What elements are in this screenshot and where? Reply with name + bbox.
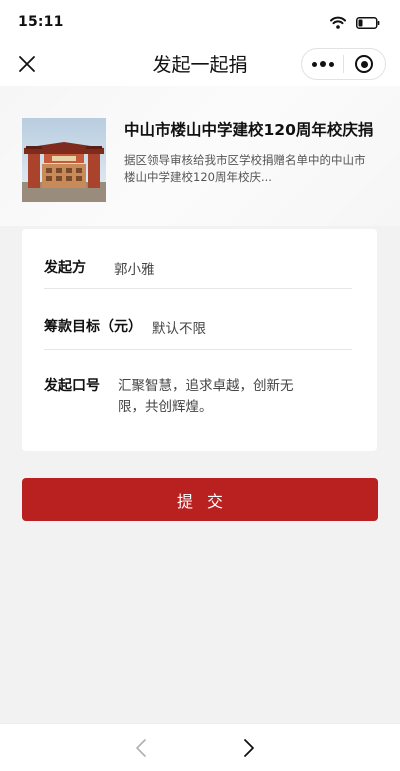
project-description: 据区领导审核给我市区学校捐赠名单中的中山市楼山中学建校120周年校庆...	[124, 153, 366, 184]
goal-label: 筹款目标（元）	[44, 319, 142, 335]
goal-row[interactable]: 筹款目标（元） 默认不限	[44, 316, 352, 350]
form-card: 发起方 郭小雅 筹款目标（元） 默认不限 发起口号 汇聚智慧，追求卓越，创新无限…	[22, 229, 377, 451]
back-arrow-icon[interactable]	[134, 738, 150, 758]
miniprogram-capsule	[301, 48, 386, 80]
slogan-label: 发起口号	[44, 378, 100, 394]
initiator-value[interactable]: 郭小雅	[114, 258, 155, 278]
nav-bar: 发起一起捐	[0, 42, 400, 86]
slogan-value[interactable]: 汇聚智慧，追求卓越，创新无限，共创辉煌。	[118, 376, 318, 418]
wifi-icon	[330, 14, 346, 33]
goal-value[interactable]: 默认不限	[152, 317, 206, 337]
battery-icon	[356, 14, 380, 33]
status-icons	[330, 14, 380, 33]
forward-arrow-icon[interactable]	[240, 738, 256, 758]
more-dots-icon[interactable]	[302, 49, 343, 79]
initiator-row[interactable]: 发起方 郭小雅	[44, 257, 352, 289]
submit-button[interactable]: 提交	[22, 478, 378, 521]
project-title: 中山市楼山中学建校120周年校庆捐	[124, 121, 374, 139]
miniprogram-exit-icon[interactable]	[344, 49, 385, 79]
status-bar: 15:11	[0, 0, 400, 42]
project-thumbnail	[22, 118, 106, 202]
bottom-nav-bar	[0, 723, 400, 771]
slogan-row[interactable]: 发起口号 汇聚智慧，追求卓越，创新无限，共创辉煌。	[44, 375, 352, 435]
initiator-label: 发起方	[44, 260, 86, 276]
status-time: 15:11	[18, 14, 64, 30]
project-header: 中山市楼山中学建校120周年校庆捐 据区领导审核给我市区学校捐赠名单中的中山市楼…	[0, 86, 400, 226]
